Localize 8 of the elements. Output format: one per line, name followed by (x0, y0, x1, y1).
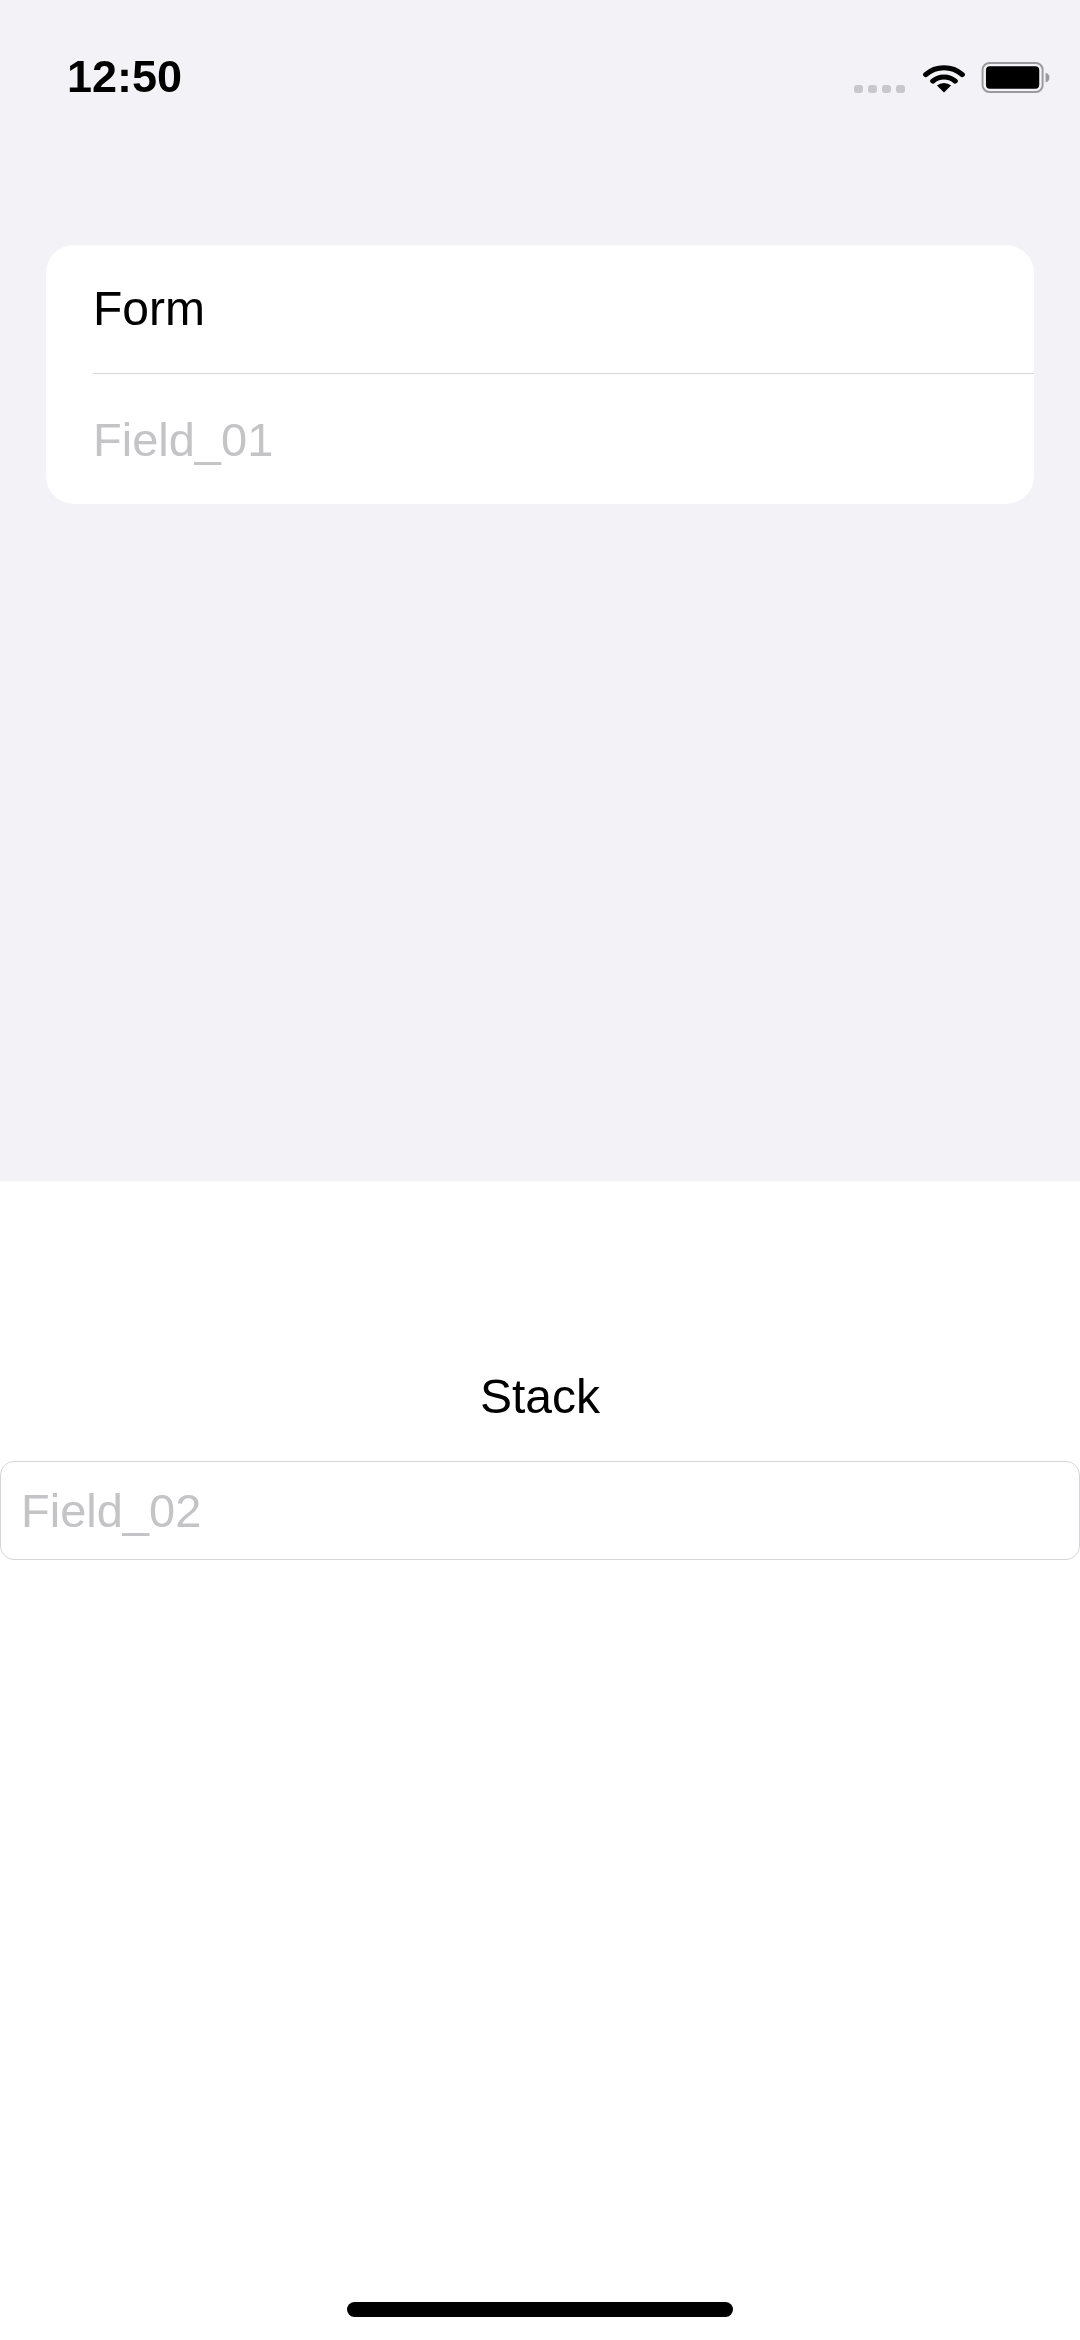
status-time: 12:50 (67, 51, 183, 103)
form-title: Form (93, 281, 205, 337)
signal-icon (854, 84, 905, 93)
battery-icon (981, 61, 1050, 93)
wifi-icon (922, 62, 966, 93)
stack-title: Stack (479, 1369, 600, 1425)
text-field[interactable]: Field_02 (0, 1461, 1080, 1560)
text-field[interactable]: Field_01 (46, 373, 1034, 504)
